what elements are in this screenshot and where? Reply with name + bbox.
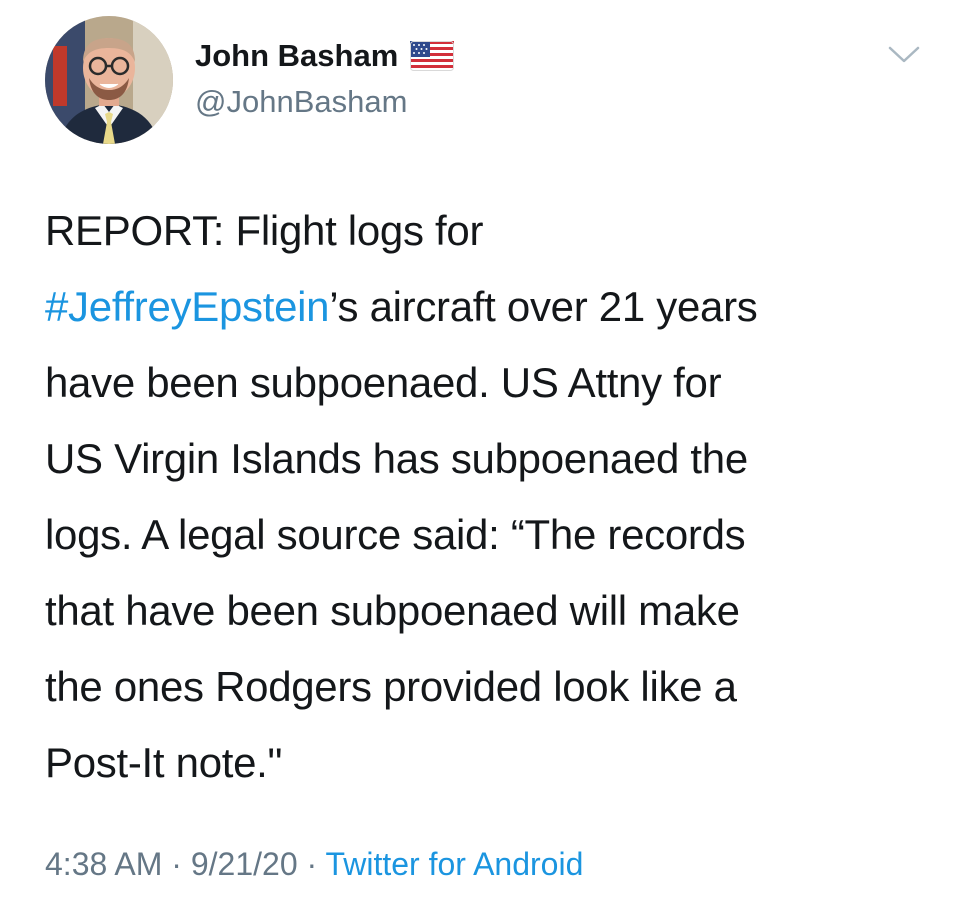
user-handle[interactable]: @JohnBasham: [195, 84, 407, 120]
tweet-line: have been subpoenaed. US Attny for: [45, 345, 925, 421]
tweet-text-segment: ’s aircraft over 21 years: [329, 283, 758, 330]
tweet-source-link[interactable]: Twitter for Android: [325, 846, 583, 882]
tweet-line: the ones Rodgers provided look like a: [45, 649, 925, 725]
tweet-line: logs. A legal source said: “The records: [45, 497, 925, 573]
meta-separator: ·: [162, 846, 191, 882]
name-row: John Basham: [195, 36, 455, 76]
tweet-time[interactable]: 4:38 AM: [45, 846, 162, 882]
tweet-text-segment: the ones Rodgers provided look like a: [45, 663, 737, 710]
hashtag-link[interactable]: #JeffreyEpstein: [45, 283, 330, 330]
tweet-line: Post-It note.": [45, 725, 925, 801]
tweet-line: US Virgin Islands has subpoenaed the: [45, 421, 925, 497]
us-flag-icon: [410, 41, 455, 71]
tweet-text: REPORT: Flight logs for #JeffreyEpstein’…: [45, 193, 925, 801]
display-name[interactable]: John Basham: [195, 38, 398, 74]
tweet-text-segment: US Virgin Islands has subpoenaed the: [45, 435, 748, 482]
tweet-text-segment: that have been subpoenaed will make: [45, 587, 740, 634]
tweet-text-segment: REPORT: Flight logs for: [45, 207, 484, 254]
tweet-text-segment: logs. A legal source said: “The records: [45, 511, 746, 558]
tweet-line: #JeffreyEpstein’s aircraft over 21 years: [45, 269, 925, 345]
tweet-line: that have been subpoenaed will make: [45, 573, 925, 649]
chevron-down-icon[interactable]: [884, 40, 924, 68]
meta-separator: ·: [297, 846, 326, 882]
tweet-meta: 4:38 AM · 9/21/20 · Twitter for Android: [45, 846, 583, 883]
tweet-text-segment: have been subpoenaed. US Attny for: [45, 359, 722, 406]
avatar[interactable]: [45, 16, 173, 144]
tweet-line: REPORT: Flight logs for: [45, 193, 925, 269]
tweet-text-segment: Post-It note.": [45, 739, 283, 786]
tweet-date[interactable]: 9/21/20: [191, 846, 298, 882]
tweet-card: John Basham @JohnBasham REPORT: Flight l…: [0, 0, 960, 920]
